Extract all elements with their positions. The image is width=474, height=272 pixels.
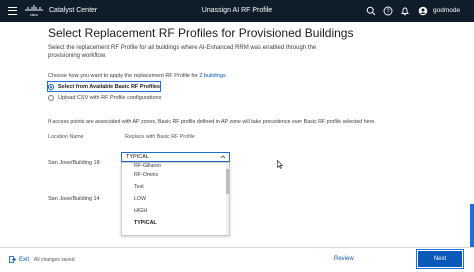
next-button[interactable]: Next (415, 248, 465, 270)
ap-zone-note: If access points are associated with AP … (48, 119, 376, 125)
save-status: All changes saved (34, 257, 75, 263)
page-heading: Select Replacement RF Profiles for Provi… (48, 26, 354, 40)
dropdown-option[interactable]: Test (122, 181, 229, 193)
review-button[interactable]: Review (334, 256, 354, 262)
column-replace-profile: Replace with Basic RF Profile (125, 134, 195, 140)
exit-label: Exit (19, 256, 30, 263)
option-label: Select from Available Basic RF Profiles (58, 83, 160, 90)
location-building-18: San Jose/Building 18 (48, 160, 100, 166)
rf-profile-select[interactable]: TYPICAL (121, 152, 230, 162)
column-location-name: Location Name (48, 134, 84, 140)
option-upload-csv[interactable]: Upload CSV with RF Profile configuration… (48, 93, 161, 102)
top-bar: cisco Catalyst Center Unassign AI RF Pro… (0, 0, 474, 22)
chevron-up-icon[interactable] (220, 154, 226, 160)
mouse-cursor-icon (277, 160, 283, 169)
dropdown-option[interactable]: HIGH (122, 205, 229, 217)
dropdown-option-selected[interactable]: TYPICAL (122, 217, 229, 229)
page-description: Select the replacement RF Profile for al… (48, 45, 317, 59)
buildings-link[interactable]: 2 buildings (199, 73, 225, 79)
location-building-14: San Jose/Building 14 (48, 196, 100, 202)
option-select-basic-profiles[interactable]: Select from Available Basic RF Profiles (47, 81, 161, 92)
help-icon[interactable]: ? (383, 6, 393, 16)
rf-profile-dropdown-list: RF-Gillaroo RF-Omnis Test LOW HIGH TYPIC… (121, 162, 230, 236)
select-value: TYPICAL (126, 154, 149, 160)
page-scrollbar-thumb[interactable] (470, 204, 474, 247)
apply-instructions: Choose how you want to apply the replace… (48, 73, 226, 79)
radio-selected[interactable] (48, 83, 54, 90)
exit-button[interactable]: Exit (9, 256, 29, 263)
dropdown-scroll-thumb[interactable] (226, 169, 229, 194)
radio-unselected[interactable] (48, 94, 54, 101)
search-icon[interactable] (366, 6, 376, 16)
user-avatar-icon[interactable] (418, 6, 428, 16)
dropdown-option[interactable]: RF-Omnis (122, 169, 229, 181)
wizard-footer: Exit All changes saved Review Next (0, 247, 474, 272)
dropdown-scrollbar[interactable] (226, 163, 229, 235)
username[interactable]: godmode (433, 7, 460, 14)
option-label: Upload CSV with RF Profile configuration… (58, 94, 162, 101)
dropdown-option[interactable]: LOW (122, 193, 229, 205)
notifications-icon[interactable] (400, 6, 410, 16)
exit-icon (9, 256, 16, 263)
